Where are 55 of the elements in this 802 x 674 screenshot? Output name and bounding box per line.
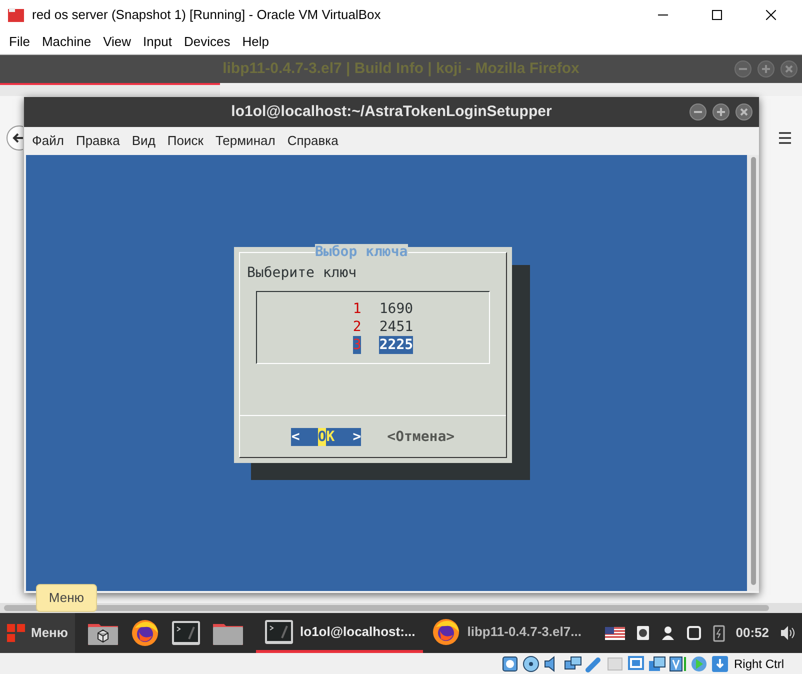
menu-item[interactable]: Поиск [161,131,210,151]
volume-icon[interactable] [780,625,796,641]
flag-icon[interactable] [604,626,625,640]
close-icon[interactable] [735,103,753,121]
snapshot-icon[interactable] [648,654,666,672]
app-icon [8,7,24,23]
menu-item[interactable]: Devices [178,32,236,52]
key-option[interactable]: 2 2451 [352,318,414,336]
menu-item[interactable]: View [97,32,138,52]
menu-item[interactable]: Файл [26,131,70,151]
menu-item[interactable]: Терминал [209,131,282,151]
close-icon[interactable] [780,60,798,78]
dialog-button[interactable]: < OK > [291,428,362,446]
tooltip: Меню [36,584,97,612]
menu-item[interactable]: Вид [126,131,162,151]
menu-item[interactable]: Help [236,32,275,52]
terminal-icon[interactable] [171,620,202,646]
maximize-icon[interactable] [712,103,730,121]
dialog-button[interactable]: <Отмена> [387,428,455,446]
battery-icon[interactable] [712,624,725,642]
menu-logo-icon [7,624,25,642]
dialog-prompt: Выберите ключ [247,265,358,281]
maximize-icon [712,10,722,20]
vt-x-icon[interactable] [668,654,687,672]
browser-tab[interactable] [0,83,220,96]
clock[interactable]: 00:52 [736,623,769,643]
host-key-label: Right Ctrl [734,656,784,672]
user-icon[interactable] [660,625,675,641]
close-icon [766,10,776,20]
back-icon[interactable] [6,125,23,151]
window-icon[interactable] [686,625,702,641]
dialog-title: Выбор ключа [315,244,408,260]
keyboard-capture-icon[interactable] [710,654,729,672]
firefox-icon[interactable] [130,618,160,648]
scrollbar-thumb[interactable] [750,157,756,585]
menu-item[interactable]: Machine [36,32,98,52]
minimize-icon[interactable] [689,103,707,121]
firefox-icon[interactable] [431,616,462,646]
menu-icon[interactable] [778,131,792,145]
terminal-title: lo1ol@localhost:~/AstraTokenLoginSetupper [231,102,552,122]
task-button[interactable]: libp11-0.4.7-3.el7... [423,613,590,653]
scrollbar-thumb[interactable] [4,605,769,611]
menu-item[interactable]: File [3,32,36,52]
menu-item[interactable]: Правка [70,131,126,151]
terminal-icon[interactable] [264,618,294,644]
display-icon[interactable] [626,654,645,672]
optical-disc-icon[interactable] [522,654,540,672]
key-option[interactable]: 1 1690 [352,300,414,318]
menu-item[interactable]: Input [137,32,178,52]
maximize-icon[interactable] [757,60,775,78]
network-icon[interactable] [564,654,582,672]
menu-item[interactable]: Справка [281,131,344,151]
window-title: red os server (Snapshot 1) [Running] - Oracle VM VirtualBox [32,6,381,24]
minimize-icon[interactable] [734,60,752,78]
start-menu-button[interactable]: Меню [0,613,76,653]
